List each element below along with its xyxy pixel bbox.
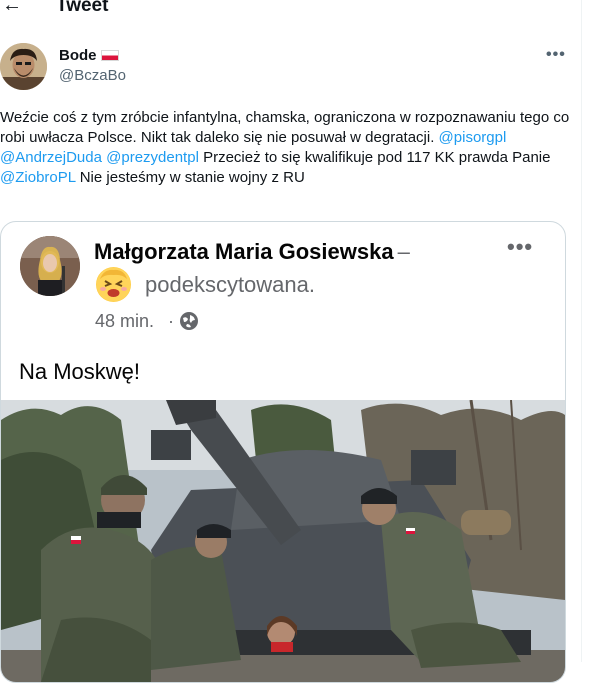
embedded-author-name: Małgorzata Maria Gosiewska – [94,239,410,264]
post-time: 48 min. [95,311,155,331]
soldiers-tank-photo [1,400,565,682]
embedded-author-avatar [20,236,80,296]
header: ← Tweet [0,0,581,22]
more-options-icon[interactable]: ••• [546,46,566,64]
page-title: Tweet [56,0,109,16]
column-divider [581,0,582,662]
poland-flag-icon [100,50,119,61]
globe-icon [180,312,198,330]
mention-link[interactable]: @prezydentpl [106,149,199,166]
embedded-post-text: Na Moskwę! [19,359,141,384]
attached-image[interactable]: Małgorzata Maria Gosiewska – ••• podekscy… [0,221,566,683]
feeling-text: podekscytowana. [145,272,315,297]
author-handle[interactable]: @BczaBo [59,67,126,85]
time-separator: · [168,311,174,331]
mention-link[interactable]: @ZiobroPL [0,169,76,186]
excited-face-emoji-icon [96,267,131,302]
mention-link[interactable]: @pisorgpl [439,129,507,146]
embedded-more-icon: ••• [507,234,534,259]
author-name[interactable]: Bode [59,47,119,65]
back-arrow-icon[interactable]: ← [2,0,22,16]
mention-link[interactable]: @AndrzejDuda [0,149,102,166]
tweet-text: Weźcie coś z tym zróbcie infantylna, cha… [0,109,570,186]
author-avatar[interactable] [0,43,47,90]
